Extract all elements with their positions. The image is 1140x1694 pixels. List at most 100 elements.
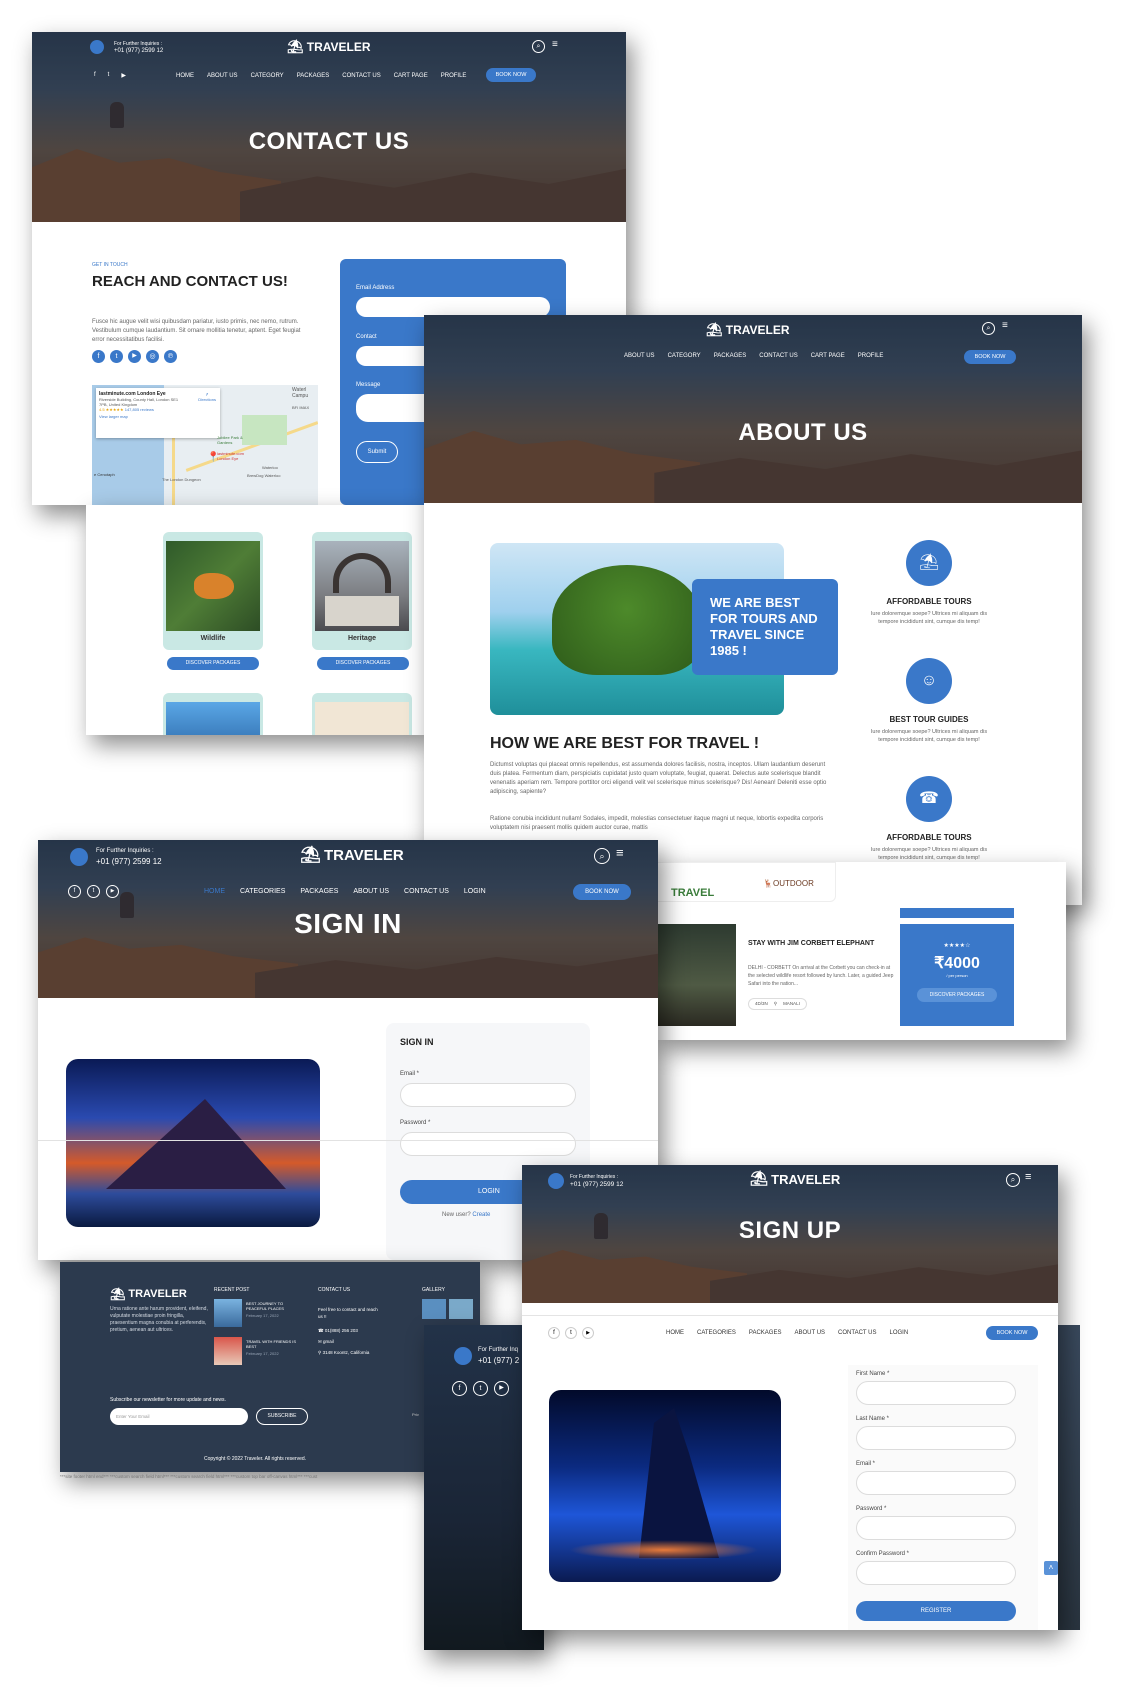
submit-button[interactable]: Submit <box>356 441 398 463</box>
nav-home[interactable]: HOME <box>666 1330 684 1336</box>
nav-contact-us[interactable]: CONTACT US <box>404 888 449 895</box>
discover-packages-button[interactable]: DISCOVER PACKAGES <box>167 657 259 670</box>
email-field[interactable] <box>400 1083 576 1107</box>
password-field[interactable] <box>856 1516 1016 1540</box>
nav-about-us[interactable]: ABOUT US <box>353 888 389 895</box>
facebook-icon[interactable]: f <box>92 350 105 363</box>
about-page: ⛱ TRAVELER ⌕ ≡ ABOUT US CATEGORY PACKAGES… <box>424 315 1082 905</box>
nav-home[interactable]: HOME <box>204 888 225 895</box>
book-now-button[interactable]: BOOK NOW <box>486 68 536 82</box>
nav-contact-us[interactable]: CONTACT US <box>342 73 380 79</box>
nav-about-us[interactable]: ABOUT US <box>624 353 655 359</box>
post-date: February 17, 2022 <box>246 1351 279 1356</box>
aurora-mountain-image <box>549 1390 781 1582</box>
map-embed[interactable]: lastminute.com London Eye Riverside Buil… <box>92 385 318 505</box>
gallery-thumb[interactable] <box>422 1299 446 1319</box>
menu-icon[interactable]: ≡ <box>1002 321 1008 331</box>
nav-contact-us[interactable]: CONTACT US <box>838 1330 876 1336</box>
nav-profile[interactable]: PROFILE <box>858 353 884 359</box>
book-now-button[interactable]: BOOK NOW <box>964 350 1016 364</box>
facebook-icon[interactable]: f <box>452 1381 467 1396</box>
privacy-link[interactable]: Priv <box>412 1412 419 1417</box>
nav-cart-page[interactable]: CART PAGE <box>811 353 845 359</box>
view-larger-map-link[interactable]: View larger map <box>99 414 217 419</box>
category-card-wildlife[interactable]: Wildlife <box>163 532 263 650</box>
logo[interactable]: ⛱ TRAVELER <box>750 1171 840 1187</box>
nav-home[interactable]: HOME <box>176 73 194 79</box>
footer-logo[interactable]: ⛱ TRAVELER <box>110 1287 187 1301</box>
category-card-beach[interactable] <box>163 693 263 735</box>
nav-login[interactable]: LOGIN <box>464 888 486 895</box>
nav-category[interactable]: CATEGORY <box>251 73 284 79</box>
nav-cart-page[interactable]: CART PAGE <box>394 73 428 79</box>
category-card-heritage[interactable]: Heritage <box>312 532 412 650</box>
facebook-icon[interactable]: f <box>94 72 96 79</box>
nav-category[interactable]: CATEGORY <box>668 353 701 359</box>
youtube-icon[interactable]: ▶ <box>121 72 126 79</box>
book-now-button[interactable]: BOOK NOW <box>986 1326 1038 1340</box>
menu-icon[interactable]: ≡ <box>616 846 624 859</box>
pinterest-icon[interactable]: ℗ <box>164 350 177 363</box>
price: ₹4000 <box>934 955 980 972</box>
map-info-card: lastminute.com London Eye Riverside Buil… <box>96 388 220 438</box>
search-icon[interactable]: ⌕ <box>1006 1173 1020 1187</box>
youtube-icon[interactable]: ▶ <box>106 885 119 898</box>
discover-packages-button[interactable]: DISCOVER PACKAGES <box>317 657 409 670</box>
nav-categories[interactable]: CATEGORIES <box>240 888 285 895</box>
nav-profile[interactable]: PROFILE <box>441 73 467 79</box>
book-now-button[interactable]: BOOK NOW <box>573 884 631 900</box>
menu-icon[interactable]: ≡ <box>1025 1172 1031 1183</box>
create-account-link[interactable]: Create <box>472 1212 490 1218</box>
search-icon[interactable]: ⌕ <box>532 40 545 53</box>
search-icon[interactable]: ⌕ <box>594 848 610 864</box>
nav-packages[interactable]: PACKAGES <box>297 73 330 79</box>
nav-about-us[interactable]: ABOUT US <box>207 73 238 79</box>
email-field[interactable] <box>856 1471 1016 1495</box>
menu-icon[interactable]: ≡ <box>552 40 558 50</box>
twitter-icon[interactable]: t <box>473 1381 488 1396</box>
logo[interactable]: ⛱ TRAVELER <box>287 39 371 55</box>
phone-label: For Further Inq <box>478 1347 519 1353</box>
nav-contact-us[interactable]: CONTACT US <box>759 353 797 359</box>
post-title[interactable]: TRAVEL WITH FRIENDS IS BEST <box>246 1339 296 1349</box>
nav-packages[interactable]: PACKAGES <box>749 1330 782 1336</box>
logo[interactable]: ⛱ TRAVELER <box>706 322 790 338</box>
facebook-icon[interactable]: f <box>548 1327 560 1339</box>
nav-categories[interactable]: CATEGORIES <box>697 1330 736 1336</box>
twitter-icon[interactable]: t <box>565 1327 577 1339</box>
first-name-field[interactable] <box>856 1381 1016 1405</box>
subscribe-button[interactable]: SUBSCRIBE <box>256 1408 308 1425</box>
twitter-icon[interactable]: t <box>110 350 123 363</box>
twitter-icon[interactable]: t <box>87 885 100 898</box>
youtube-icon[interactable]: ▶ <box>582 1327 594 1339</box>
nav-about-us[interactable]: ABOUT US <box>794 1330 825 1336</box>
post-thumb[interactable] <box>214 1299 242 1327</box>
nav-packages[interactable]: PACKAGES <box>714 353 747 359</box>
newsletter-email-input[interactable]: Enter Your Email <box>110 1408 248 1425</box>
logo[interactable]: ⛱ TRAVELER <box>300 846 404 865</box>
directions-link[interactable]: ↱ Directions <box>198 392 216 402</box>
password-field[interactable] <box>400 1132 576 1156</box>
post-thumb[interactable] <box>214 1337 242 1365</box>
discover-packages-button[interactable]: DISCOVER PACKAGES <box>917 988 997 1002</box>
instagram-icon[interactable]: ◎ <box>146 350 159 363</box>
search-icon[interactable]: ⌕ <box>982 322 995 335</box>
rating-stars: ★★★★☆ <box>943 943 971 949</box>
twitter-icon[interactable]: t <box>108 72 110 79</box>
post-title[interactable]: BEST JOURNEY TO PEACEFUL PLACES <box>246 1301 296 1311</box>
gallery-thumb[interactable] <box>449 1299 473 1319</box>
email-field[interactable] <box>356 297 550 317</box>
nav-packages[interactable]: PACKAGES <box>300 888 338 895</box>
confirm-password-field[interactable] <box>856 1561 1016 1585</box>
palm-icon: ⛱ <box>706 322 723 337</box>
register-button[interactable]: REGISTER <box>856 1601 1016 1621</box>
scroll-to-top-button[interactable]: ˄ <box>1044 1561 1058 1575</box>
password-label: Password * <box>400 1120 431 1126</box>
youtube-icon[interactable]: ▶ <box>494 1381 509 1396</box>
category-card-adventure[interactable] <box>312 693 412 735</box>
last-name-field[interactable] <box>856 1426 1016 1450</box>
feature-text: Iure doloremque soepe? Ultrices mi aliqu… <box>870 847 988 861</box>
facebook-icon[interactable]: f <box>68 885 81 898</box>
youtube-icon[interactable]: ▶ <box>128 350 141 363</box>
nav-login[interactable]: LOGIN <box>890 1330 909 1336</box>
